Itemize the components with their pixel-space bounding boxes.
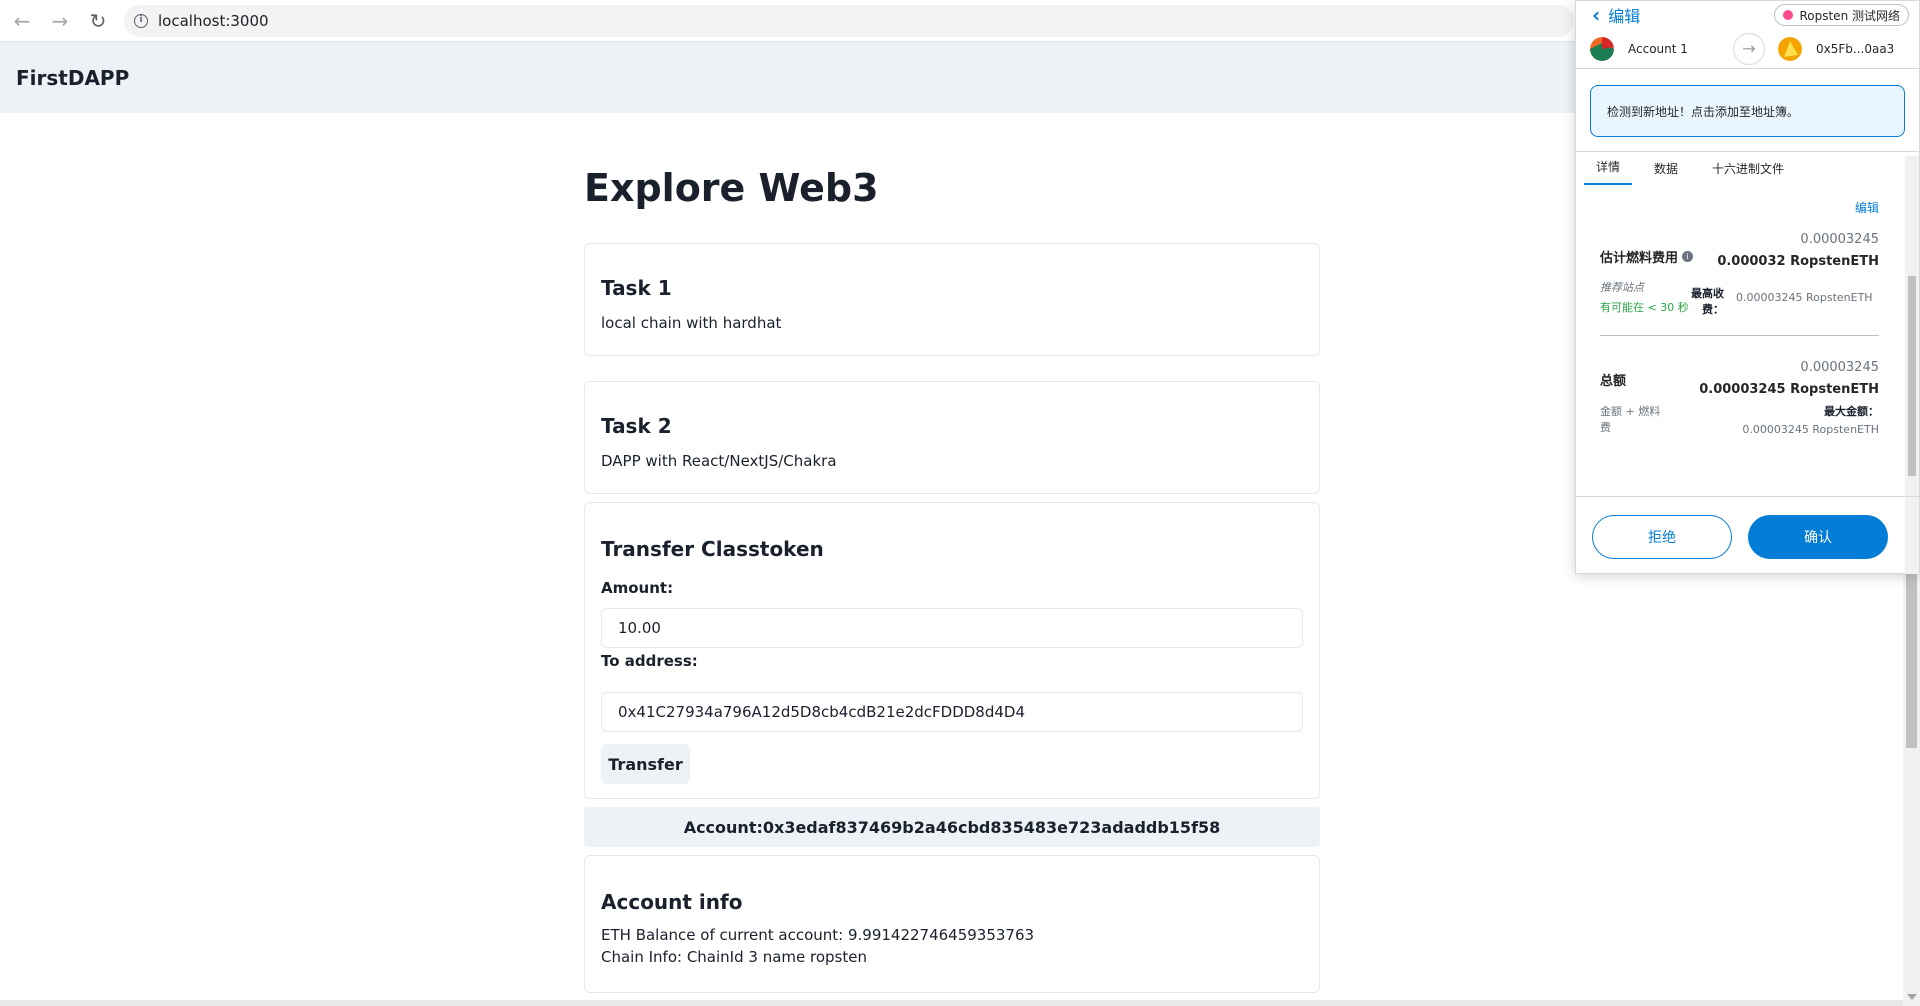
to-address-value: 0x41C27934a796A12d5D8cb4cdB21e2dcFDDD8d4… bbox=[618, 703, 1026, 721]
network-dot-icon bbox=[1783, 10, 1794, 20]
task1-title: Task 1 bbox=[601, 276, 672, 300]
from-account-name: Account 1 bbox=[1628, 41, 1688, 56]
tab-details[interactable]: 详情 bbox=[1584, 158, 1633, 185]
task2-card: Task 2 DAPP with React/NextJS/Chakra bbox=[584, 381, 1320, 494]
transfer-title: Transfer Classtoken bbox=[601, 537, 824, 561]
task2-text: DAPP with React/NextJS/Chakra bbox=[601, 452, 837, 470]
reject-button[interactable]: 拒绝 bbox=[1592, 515, 1732, 559]
transfer-button[interactable]: Transfer bbox=[601, 744, 690, 784]
forward-icon[interactable]: → bbox=[44, 5, 76, 37]
mm-footer: 拒绝 确认 bbox=[1576, 496, 1919, 574]
main-content: Explore Web3 Task 1 local chain with har… bbox=[584, 113, 1320, 993]
back-icon[interactable]: ← bbox=[6, 5, 38, 37]
horizontal-scrollbar[interactable] bbox=[0, 1000, 1903, 1006]
total-value-strong: 0.00003245 RopstenETH bbox=[1699, 382, 1879, 397]
gas-subrow: 推荐站点 有可能在 < 30 秒 最高收费： 0.00003245 Ropste… bbox=[1600, 279, 1879, 317]
total-row: 总额 0.00003245 0.00003245 RopstenETH bbox=[1600, 360, 1879, 397]
task1-text: local chain with hardhat bbox=[601, 314, 782, 332]
task2-title: Task 2 bbox=[601, 414, 672, 438]
arrow-right-icon: → bbox=[1733, 32, 1765, 65]
from-account-avatar bbox=[1590, 36, 1614, 61]
url-text: localhost:3000 bbox=[158, 11, 269, 30]
mm-tabs: 详情 数据 十六进制文件 bbox=[1576, 151, 1919, 185]
total-subrow: 金额 + 燃料费 最大金额： 0.00003245 RopstenETH bbox=[1600, 403, 1879, 436]
task1-card: Task 1 local chain with hardhat bbox=[584, 243, 1320, 356]
address-bar[interactable]: i localhost:3000 bbox=[124, 4, 1574, 37]
max-amount-label: 最大金额： bbox=[1824, 405, 1879, 418]
mm-divider bbox=[1600, 335, 1879, 336]
to-account-avatar bbox=[1778, 36, 1802, 61]
max-fee-value: 0.00003245 RopstenETH bbox=[1736, 291, 1873, 304]
app-title: FirstDAPP bbox=[16, 65, 130, 90]
gas-label: 估计燃料费用 bbox=[1600, 251, 1679, 266]
metamask-popup: ‹ 编辑 Ropsten 测试网络 Account 1 → 0x5Fb...0a… bbox=[1575, 0, 1920, 574]
confirm-button[interactable]: 确认 bbox=[1748, 515, 1888, 559]
account-info-title: Account info bbox=[601, 890, 743, 914]
alert-text: 检测到新地址！点击添加至地址簿。 bbox=[1607, 104, 1800, 119]
site-suggested: 推荐站点 bbox=[1600, 281, 1644, 294]
mm-back-label: 编辑 bbox=[1608, 7, 1641, 26]
eth-balance: ETH Balance of current account: 9.991422… bbox=[601, 926, 1035, 944]
network-name: Ropsten 测试网络 bbox=[1799, 8, 1900, 23]
transfer-card: Transfer Classtoken Amount: 10.00 To add… bbox=[584, 502, 1320, 799]
chevron-left-icon: ‹ bbox=[1592, 3, 1601, 27]
likely-time: 有可能在 < 30 秒 bbox=[1600, 301, 1689, 314]
chain-info: Chain Info: ChainId 3 name ropsten bbox=[601, 948, 867, 966]
amount-input[interactable]: 10.00 bbox=[601, 608, 1303, 648]
gas-value-strong: 0.000032 RopstenETH bbox=[1717, 254, 1879, 269]
reload-icon[interactable]: ↻ bbox=[82, 5, 114, 37]
tab-data[interactable]: 数据 bbox=[1642, 160, 1690, 185]
mm-details: 编辑 估计燃料费用 i 0.00003245 0.000032 RopstenE… bbox=[1576, 199, 1919, 436]
new-address-alert[interactable]: 检测到新地址！点击添加至地址簿。 bbox=[1590, 85, 1905, 137]
mm-topbar: ‹ 编辑 Ropsten 测试网络 bbox=[1576, 1, 1919, 29]
gas-row: 估计燃料费用 i 0.00003245 0.000032 RopstenETH bbox=[1600, 232, 1879, 269]
max-fee-label: 最高收费： bbox=[1691, 287, 1724, 316]
mm-account-row: Account 1 → 0x5Fb...0aa3 bbox=[1576, 29, 1919, 69]
amount-value: 10.00 bbox=[618, 619, 661, 637]
amount-label: Amount: bbox=[601, 579, 674, 597]
scroll-down-icon[interactable] bbox=[1907, 994, 1917, 1000]
total-sub-label: 金额 + 燃料费 bbox=[1600, 405, 1661, 434]
page-title: Explore Web3 bbox=[584, 166, 879, 210]
network-selector[interactable]: Ropsten 测试网络 bbox=[1774, 4, 1909, 26]
to-address-label: To address: bbox=[601, 652, 698, 670]
mm-scroll-thumb[interactable] bbox=[1908, 276, 1916, 476]
max-amount-value: 0.00003245 RopstenETH bbox=[1742, 423, 1879, 436]
tab-hex[interactable]: 十六进制文件 bbox=[1700, 160, 1796, 185]
to-address-input[interactable]: 0x41C27934a796A12d5D8cb4cdB21e2dcFDDD8d4… bbox=[601, 692, 1303, 732]
total-value-top: 0.00003245 bbox=[1800, 360, 1879, 375]
account-bar: Account:0x3edaf837469b2a46cbd835483e723a… bbox=[584, 807, 1320, 847]
total-label: 总额 bbox=[1600, 374, 1627, 389]
site-info-icon[interactable]: i bbox=[134, 13, 148, 28]
gas-value-top: 0.00003245 bbox=[1800, 232, 1879, 247]
mm-edit-link[interactable]: 编辑 bbox=[1600, 199, 1879, 216]
to-account-address[interactable]: 0x5Fb...0aa3 bbox=[1816, 42, 1894, 56]
info-circle-icon[interactable]: i bbox=[1682, 251, 1694, 262]
account-info-card: Account info ETH Balance of current acco… bbox=[584, 855, 1320, 993]
mm-back-button[interactable]: ‹ 编辑 bbox=[1592, 3, 1640, 27]
